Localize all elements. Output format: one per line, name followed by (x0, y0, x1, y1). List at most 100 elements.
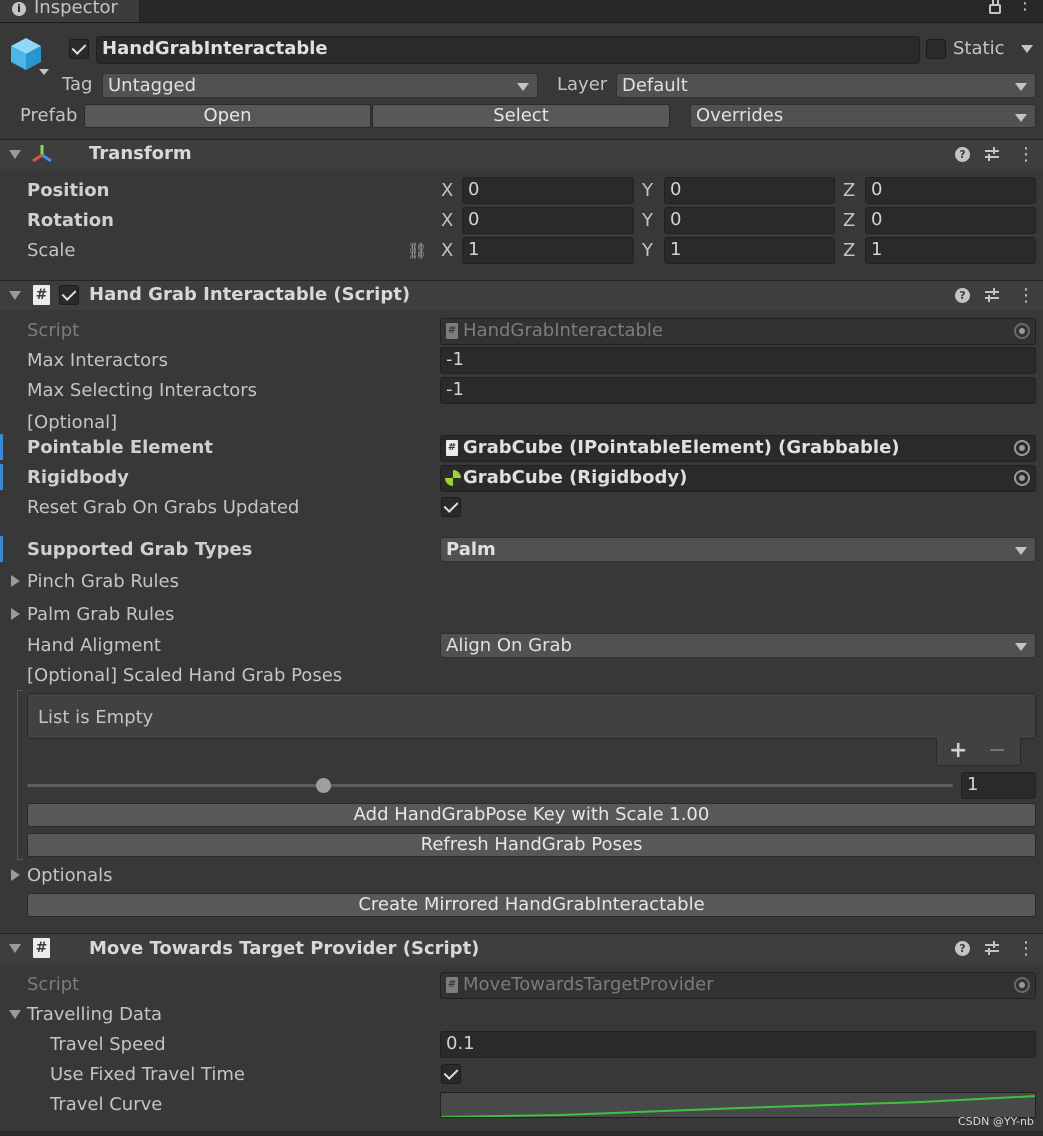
prefab-label: Prefab (20, 105, 78, 126)
travel-speed-field[interactable]: 0.1 (440, 1031, 1036, 1058)
max-selecting-label: Max Selecting Interactors (27, 380, 258, 401)
travelling-foldout-arrow[interactable] (9, 1010, 21, 1019)
pos-y-label[interactable]: Y (642, 180, 653, 201)
travel-curve-field[interactable] (440, 1092, 1036, 1118)
object-picker-icon[interactable] (1014, 323, 1030, 339)
object-picker-icon[interactable] (1014, 470, 1030, 486)
rot-x-label[interactable]: X (441, 210, 453, 231)
pinch-rules-foldout-arrow[interactable] (11, 575, 20, 587)
prefab-overrides-dropdown[interactable]: Overrides (690, 104, 1036, 128)
max-selecting-field[interactable]: -1 (440, 377, 1036, 404)
prefab-select-button[interactable]: Select (372, 104, 670, 128)
pos-x-label[interactable]: X (441, 180, 453, 201)
hand-align-label: Hand Aligment (27, 635, 161, 656)
rigidbody-label: Rigidbody (27, 467, 129, 488)
layer-label: Layer (557, 74, 608, 95)
fixed-travel-checkbox[interactable] (441, 1064, 461, 1084)
mttp-script-field: MoveTowardsTargetProvider (440, 972, 1036, 999)
component-menu-icon[interactable]: ⋮ (1017, 144, 1035, 165)
pointable-element-field[interactable]: GrabCube (IPointableElement) (Grabbable) (440, 435, 1036, 462)
kebab-menu-icon[interactable]: ⋮ (1016, 0, 1034, 18)
travelling-data-label[interactable]: Travelling Data (27, 1004, 162, 1025)
watermark: CSDN @YY-nb (958, 1115, 1034, 1128)
rigidbody-icon (445, 470, 461, 486)
rot-x-field[interactable]: 0 (462, 207, 634, 234)
pos-z-label[interactable]: Z (843, 180, 855, 201)
script-file-icon: # (446, 440, 458, 456)
position-label: Position (27, 180, 110, 201)
scl-z-field[interactable]: 1 (865, 237, 1036, 264)
pinch-rules-label[interactable]: Pinch Grab Rules (27, 571, 179, 592)
layer-dropdown[interactable]: Default (616, 73, 1036, 98)
tag-dropdown[interactable]: Untagged (102, 73, 538, 98)
gameobject-icon-dropdown[interactable] (39, 69, 49, 75)
pos-z-field[interactable]: 0 (865, 177, 1036, 204)
presets-icon[interactable] (984, 287, 1000, 303)
hgi-foldout-arrow[interactable] (9, 291, 21, 300)
optionals-label[interactable]: Optionals (27, 865, 112, 886)
component-menu-icon[interactable]: ⋮ (1017, 938, 1035, 959)
constrain-proportions-icon[interactable]: ⛓ (407, 241, 427, 260)
rigidbody-value: GrabCube (Rigidbody) (463, 467, 688, 488)
scale-slider-track[interactable] (27, 784, 953, 787)
optionals-foldout-arrow[interactable] (11, 869, 20, 881)
object-picker-icon[interactable] (1014, 977, 1030, 993)
travel-curve-graph (441, 1095, 1035, 1117)
static-checkbox[interactable] (926, 39, 946, 59)
palm-rules-foldout-arrow[interactable] (11, 608, 20, 620)
scale-label: Scale (27, 240, 76, 261)
create-mirrored-button[interactable]: Create Mirrored HandGrabInteractable (27, 893, 1036, 917)
hgi-script-label: Script (27, 320, 80, 341)
list-empty-text: List is Empty (38, 707, 154, 728)
add-item-button[interactable]: + (949, 738, 967, 763)
hgi-title: Hand Grab Interactable (Script) (89, 284, 411, 305)
help-icon[interactable]: ? (955, 941, 970, 956)
active-checkbox[interactable] (69, 39, 89, 59)
rigidbody-field[interactable]: GrabCube (Rigidbody) (440, 465, 1036, 492)
tab-bar (0, 0, 1043, 23)
static-dropdown-arrow[interactable] (1021, 45, 1033, 53)
remove-item-button[interactable]: − (988, 738, 1006, 763)
help-icon[interactable]: ? (955, 288, 970, 303)
mttp-foldout-arrow[interactable] (9, 944, 21, 953)
rot-y-field[interactable]: 0 (664, 207, 835, 234)
object-name-field[interactable]: HandGrabInteractable (96, 36, 920, 64)
scl-z-label[interactable]: Z (843, 240, 855, 261)
script-icon: # (33, 285, 50, 305)
hgi-script-value: HandGrabInteractable (463, 320, 663, 341)
max-interactors-field[interactable]: -1 (440, 347, 1036, 374)
bottom-divider (0, 1131, 1043, 1136)
grab-types-dropdown[interactable]: Palm (440, 537, 1036, 562)
pos-y-field[interactable]: 0 (664, 177, 835, 204)
tab-inspector[interactable]: i Inspector (0, 0, 140, 22)
transform-foldout-arrow[interactable] (9, 150, 21, 159)
pos-x-field[interactable]: 0 (462, 177, 634, 204)
scale-slider-thumb[interactable] (316, 778, 332, 793)
scl-x-field[interactable]: 1 (462, 237, 634, 264)
override-indicator (0, 464, 3, 490)
scl-y-label[interactable]: Y (642, 240, 653, 261)
transform-icon (30, 143, 54, 170)
object-picker-icon[interactable] (1014, 440, 1030, 456)
component-menu-icon[interactable]: ⋮ (1017, 285, 1035, 306)
override-indicator (0, 434, 3, 460)
presets-icon[interactable] (984, 146, 1000, 162)
rot-y-label[interactable]: Y (642, 210, 653, 231)
scl-x-label[interactable]: X (441, 240, 453, 261)
scl-y-field[interactable]: 1 (664, 237, 835, 264)
reset-grab-checkbox[interactable] (441, 497, 461, 517)
palm-rules-label[interactable]: Palm Grab Rules (27, 604, 174, 625)
help-icon[interactable]: ? (955, 147, 970, 162)
rot-z-field[interactable]: 0 (865, 207, 1036, 234)
add-key-button[interactable]: Add HandGrabPose Key with Scale 1.00 (27, 803, 1036, 827)
hand-align-dropdown[interactable]: Align On Grab (440, 633, 1036, 658)
lock-shackle (992, 0, 999, 6)
static-label: Static (953, 38, 1005, 59)
presets-icon[interactable] (984, 940, 1000, 956)
prefab-open-button[interactable]: Open (84, 104, 371, 128)
reset-grab-label: Reset Grab On Grabs Updated (27, 497, 300, 518)
rot-z-label[interactable]: Z (843, 210, 855, 231)
refresh-poses-button[interactable]: Refresh HandGrab Poses (27, 833, 1036, 857)
scale-slider-field[interactable]: 1 (961, 772, 1036, 799)
hgi-enabled-checkbox[interactable] (59, 285, 79, 305)
